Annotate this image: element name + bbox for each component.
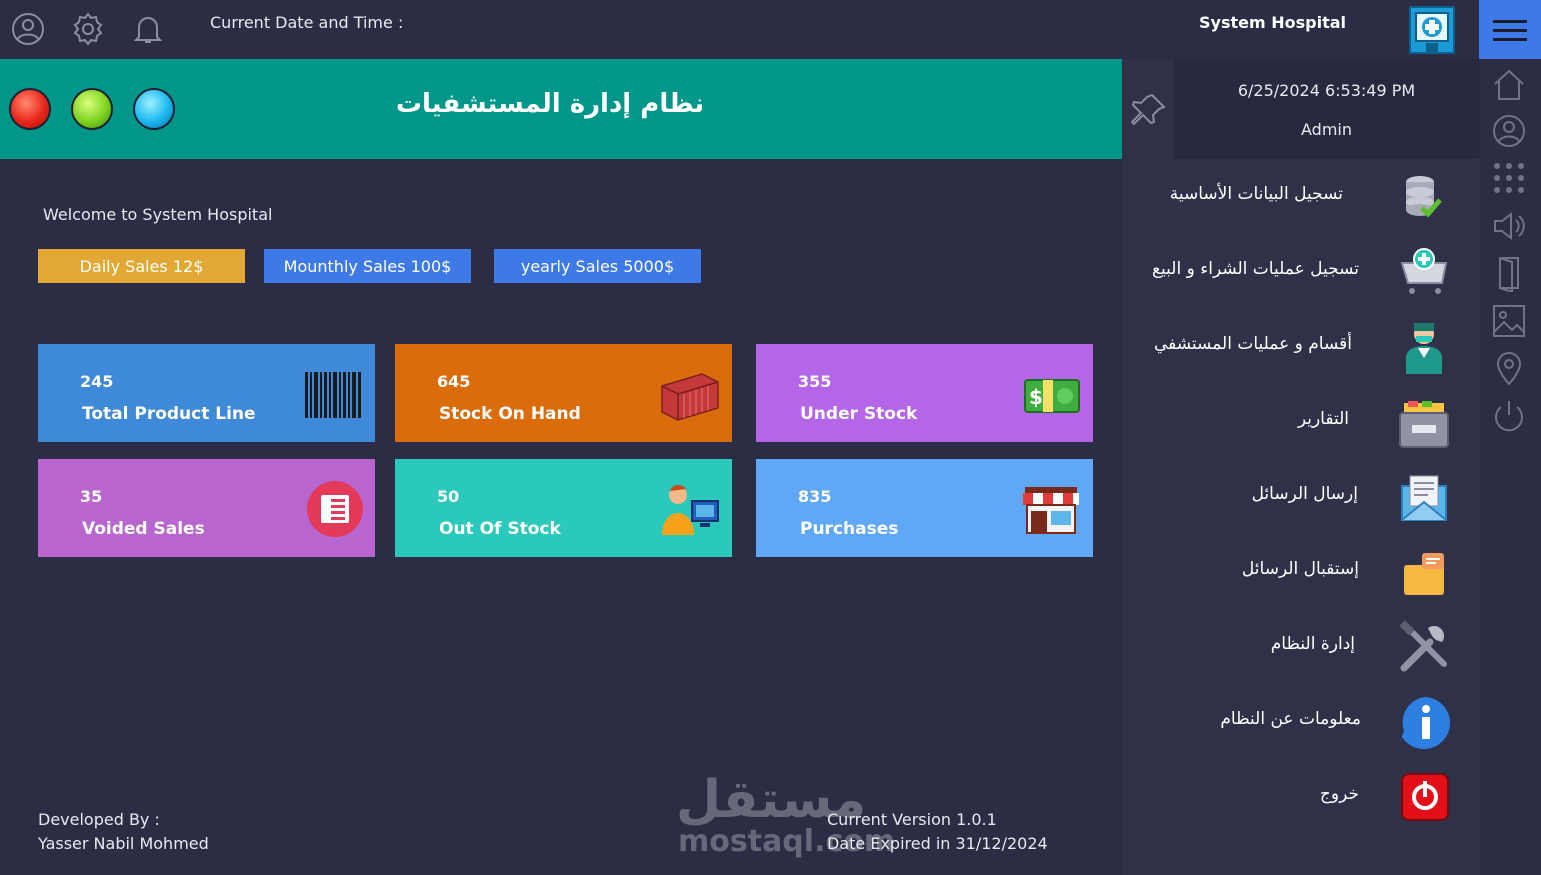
card-value: 50: [437, 487, 460, 506]
menu-item-about-system[interactable]: معلومات عن النظام: [1122, 687, 1479, 757]
menu-item-receive-messages[interactable]: إستقبال الرسائل: [1122, 537, 1479, 607]
current-datetime: 6/25/2024 6:53:49 PM: [1237, 81, 1416, 100]
banner-title: نظام إدارة المستشفيات: [395, 89, 705, 119]
mail-icon: [1401, 475, 1447, 521]
card-under-stock[interactable]: 355 Under Stock $: [756, 344, 1093, 442]
user-icon[interactable]: [1490, 112, 1528, 150]
menu-item-label: تسجيل البيانات الأساسية: [1169, 184, 1343, 204]
info-icon: [1398, 697, 1450, 750]
header-banner: نظام إدارة المستشفيات: [0, 59, 1122, 159]
card-label: Stock On Hand: [439, 404, 581, 424]
menu-item-label: التقارير: [1297, 409, 1349, 429]
right-menu-panel: 6/25/2024 6:53:49 PM Admin تسجيل البيانا…: [1122, 59, 1479, 875]
card-value: 355: [798, 372, 832, 391]
card-value: 245: [80, 372, 114, 391]
top-bar: Current Date and Time : System Hospital: [0, 0, 1479, 59]
power-icon[interactable]: [1490, 397, 1528, 435]
datetime-label: Current Date and Time :: [210, 13, 404, 32]
menu-item-label: إرسال الرسائل: [1251, 484, 1358, 504]
menu-item-label: أقسام و عمليات المستشفي: [1153, 334, 1352, 354]
menu-item-exit[interactable]: خروج: [1122, 762, 1479, 832]
store-icon: [1023, 487, 1079, 534]
menu-item-label: خروج: [1319, 784, 1359, 804]
menu-item-label: إستقبال الرسائل: [1241, 559, 1359, 579]
file-drawer-icon: [1399, 401, 1449, 448]
gear-icon[interactable]: [69, 10, 107, 48]
hospital-icon: [1409, 6, 1455, 54]
developer-info: Developed By : Yasser Nabil Mohmed: [38, 808, 209, 856]
inbox-folder-icon: [1404, 553, 1444, 595]
monthly-sales-badge[interactable]: Mounthly Sales 100$: [264, 249, 471, 283]
user-info-box: 6/25/2024 6:53:49 PM Admin: [1174, 59, 1479, 159]
card-purchases[interactable]: 835 Purchases: [756, 459, 1093, 557]
version-text: Current Version 1.0.1: [827, 810, 997, 829]
card-out-of-stock[interactable]: 50 Out Of Stock: [395, 459, 732, 557]
card-value: 835: [798, 487, 832, 506]
pin-icon[interactable]: [1128, 89, 1170, 131]
card-label: Out Of Stock: [439, 519, 561, 539]
card-value: 645: [437, 372, 471, 391]
maximize-dot-button[interactable]: [71, 88, 113, 130]
bell-icon[interactable]: [129, 10, 167, 48]
barcode-icon: [305, 372, 361, 418]
tools-icon: [1399, 620, 1447, 672]
shopping-cart-icon: [1400, 248, 1448, 294]
expiry-text: Date Expired in 31/12/2024: [827, 834, 1048, 853]
close-dot-button[interactable]: [9, 88, 51, 130]
menu-item-label: إدارة النظام: [1270, 634, 1355, 654]
svg-text:$: $: [1029, 385, 1043, 409]
menu-item-label: معلومات عن النظام: [1220, 709, 1361, 729]
menu-item-send-messages[interactable]: إرسال الرسائل: [1122, 462, 1479, 532]
image-icon[interactable]: [1490, 302, 1528, 340]
power-exit-icon: [1401, 773, 1449, 821]
hamburger-menu-icon: [1493, 19, 1527, 41]
card-label: Total Product Line: [82, 404, 256, 424]
minimize-dot-button[interactable]: [133, 88, 175, 130]
card-label: Voided Sales: [82, 519, 205, 539]
app-window: Current Date and Time : System Hospital …: [0, 0, 1541, 875]
welcome-text: Welcome to System Hospital: [43, 205, 273, 224]
menu-item-label: تسجيل عمليات الشراء و البيع: [1152, 259, 1359, 279]
app-title: System Hospital: [1199, 13, 1346, 32]
card-value: 35: [80, 487, 103, 506]
yearly-sales-badge[interactable]: yearly Sales 5000$: [494, 249, 701, 283]
card-voided-sales[interactable]: 35 Voided Sales: [38, 459, 375, 557]
icon-strip: [1479, 59, 1541, 875]
money-icon: $: [1024, 379, 1080, 413]
daily-sales-badge[interactable]: Daily Sales 12$: [38, 249, 245, 283]
location-pin-icon[interactable]: [1490, 349, 1528, 387]
database-check-icon: [1406, 176, 1442, 218]
menu-item-system-admin[interactable]: إدارة النظام: [1122, 612, 1479, 682]
grid-dots-icon[interactable]: [1490, 159, 1528, 197]
menu-item-basic-data[interactable]: تسجيل البيانات الأساسية: [1122, 162, 1479, 232]
container-icon: [661, 373, 719, 421]
home-icon[interactable]: [1490, 66, 1528, 104]
menu-item-reports[interactable]: التقارير: [1122, 387, 1479, 457]
user-computer-icon: [662, 484, 719, 535]
menu-item-departments[interactable]: أقسام و عمليات المستشفي: [1122, 312, 1479, 382]
card-label: Purchases: [800, 519, 899, 539]
door-icon[interactable]: [1490, 254, 1528, 292]
doctor-icon: [1406, 323, 1442, 374]
user-circle-icon[interactable]: [9, 10, 47, 48]
card-total-product-line[interactable]: 245 Total Product Line: [38, 344, 375, 442]
version-info: Current Version 1.0.1 Date Expired in 31…: [827, 808, 1048, 856]
developer-name: Yasser Nabil Mohmed: [38, 834, 209, 853]
menu-item-purchase-sales[interactable]: تسجيل عمليات الشراء و البيع: [1122, 237, 1479, 307]
card-label: Under Stock: [800, 404, 918, 424]
developer-label: Developed By :: [38, 810, 160, 829]
list-badge-icon: [307, 481, 363, 537]
card-stock-on-hand[interactable]: 645 Stock On Hand: [395, 344, 732, 442]
speaker-icon[interactable]: [1490, 207, 1528, 245]
hamburger-menu-button[interactable]: [1479, 0, 1541, 59]
current-user: Admin: [1301, 120, 1352, 139]
